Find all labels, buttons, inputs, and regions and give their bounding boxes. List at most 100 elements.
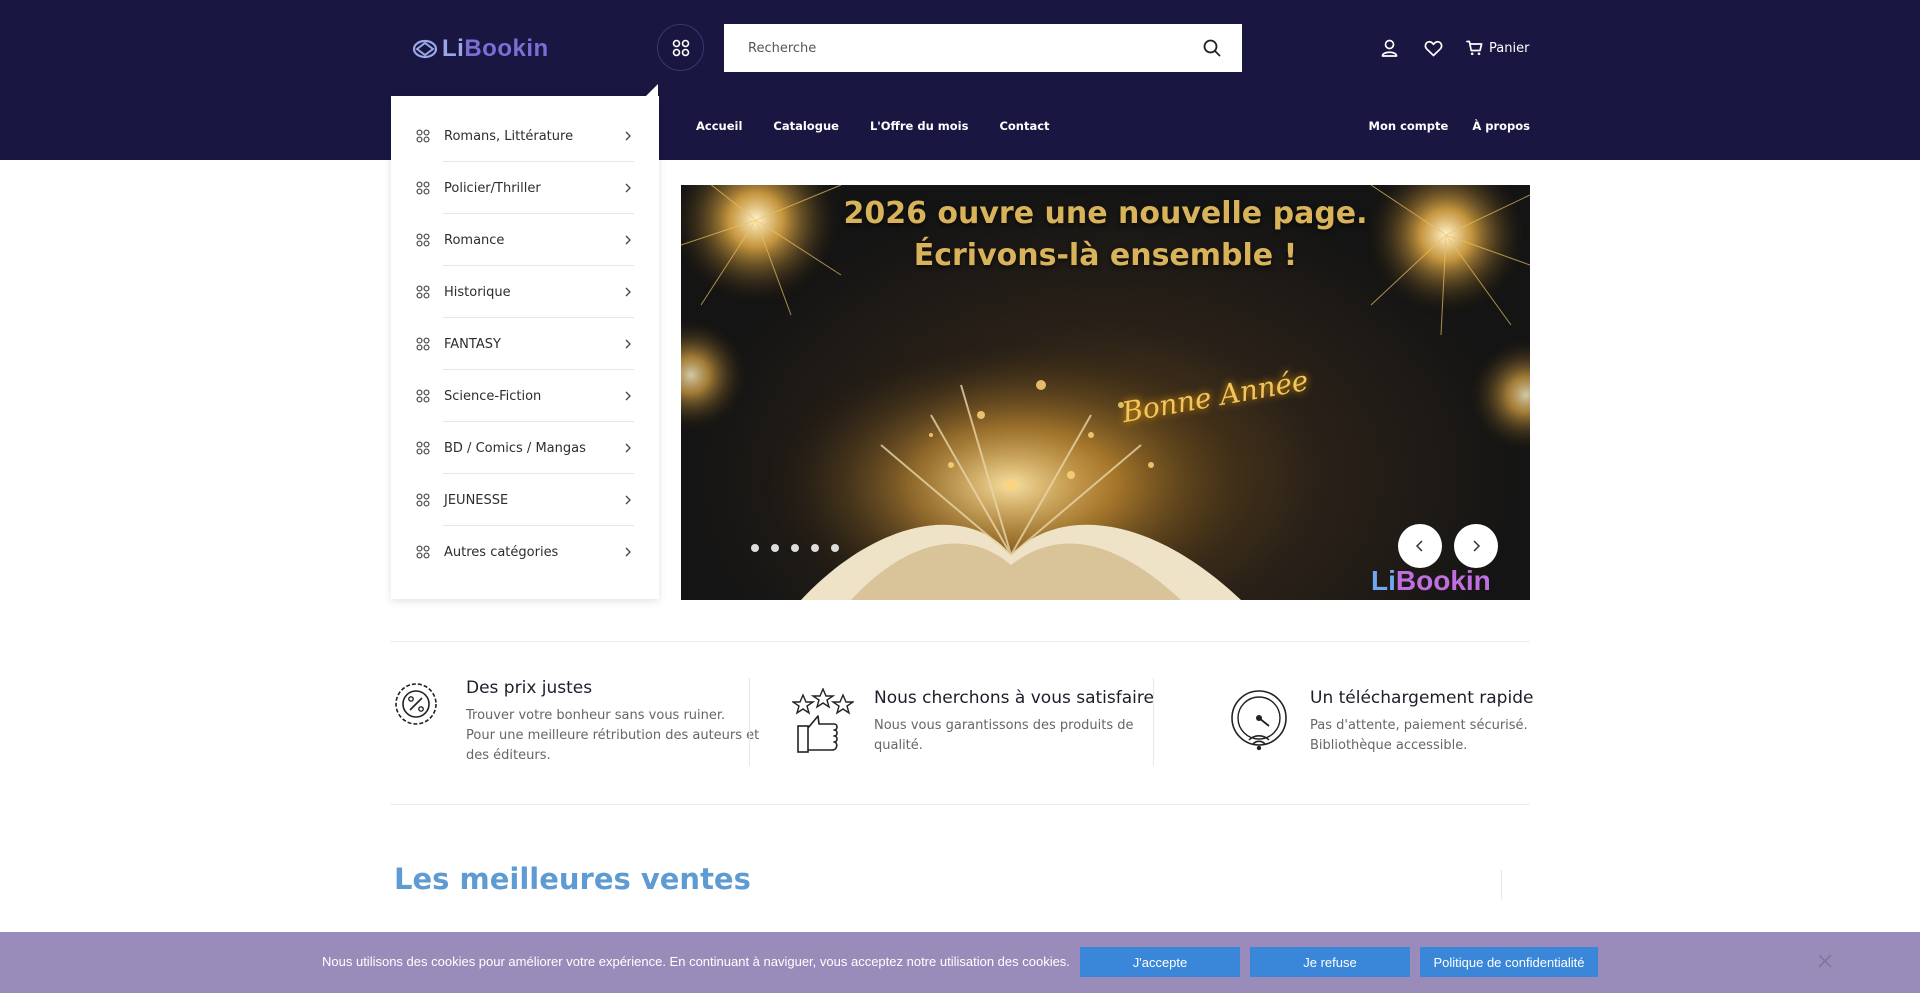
category-item[interactable]: Science-Fiction [391, 370, 659, 422]
cart-button[interactable]: Panier [1466, 40, 1529, 56]
chevron-right-icon [625, 443, 631, 453]
best-sellers-title: Les meilleures ventes [394, 862, 751, 896]
logo-mark-icon [412, 39, 438, 59]
feature-desc-line: Pas d'attente, paiement sécurisé. [1310, 718, 1528, 733]
logo-text-bookin: Bookin [464, 35, 549, 62]
category-item[interactable]: FANTASY [391, 318, 659, 370]
search-bar [724, 24, 1242, 72]
category-label: Autres catégories [444, 544, 559, 560]
search-input[interactable] [724, 24, 1182, 72]
grid-icon [416, 545, 430, 559]
slider-dot-5[interactable] [831, 544, 839, 552]
category-label: Policier/Thriller [444, 180, 541, 196]
slider-prev-button[interactable] [1398, 524, 1442, 568]
nav-link-mon-compte[interactable]: Mon compte [1369, 119, 1449, 133]
chevron-right-icon [625, 339, 631, 349]
feature-divider [749, 678, 750, 766]
cookie-policy-button[interactable]: Politique de confidentialité [1420, 947, 1598, 977]
close-icon[interactable] [1816, 952, 1834, 970]
feature-desc: Nous vous garantissons des produits de q… [874, 716, 1154, 756]
feature-fair-prices: Des prix justes Trouver votre bonheur sa… [392, 678, 759, 766]
categories-list: Romans, Littérature Policier/Thriller Roma… [391, 96, 659, 578]
main-nav: Accueil Catalogue L'Offre du mois Contac… [696, 119, 1050, 133]
category-item[interactable]: BD / Comics / Mangas [391, 422, 659, 474]
account-button[interactable] [1378, 37, 1400, 59]
grid-icon [416, 181, 430, 195]
search-button[interactable] [1182, 24, 1242, 72]
site-header: LiBookin Recherche Panier Accueil Catalo… [0, 0, 1920, 160]
feature-desc-line: Nous vous garantissons des produits de [874, 718, 1134, 733]
category-item[interactable]: Historique [391, 266, 659, 318]
chevron-right-icon [625, 495, 631, 505]
slider-dots [751, 544, 839, 552]
cookie-accept-button[interactable]: J'accepte [1080, 947, 1240, 977]
grid-icon [416, 493, 430, 507]
speed-download-icon [1231, 690, 1287, 751]
category-label: Science-Fiction [444, 388, 542, 404]
category-label: Historique [444, 284, 511, 300]
category-item[interactable]: Romance [391, 214, 659, 266]
grid-icon [672, 39, 689, 56]
feature-satisfaction: Nous cherchons à vous satisfaire Nous vo… [792, 688, 1154, 756]
category-item[interactable]: Policier/Thriller [391, 162, 659, 214]
hero-slider: 2026 ouvre une nouvelle page. Écrivons-l… [681, 185, 1530, 600]
nav-link-offre-du-mois[interactable]: L'Offre du mois [870, 119, 969, 133]
feature-title: Des prix justes [466, 678, 593, 698]
category-label: Romance [444, 232, 505, 248]
banner-logo-li: Li [1371, 565, 1396, 596]
grid-icon [416, 337, 430, 351]
discount-badge-icon [395, 683, 437, 725]
categories-dropdown: Romans, Littérature Policier/Thriller Roma… [391, 96, 659, 599]
slider-dot-4[interactable] [811, 544, 819, 552]
banner-logo-bookin: Bookin [1395, 565, 1491, 596]
grid-icon [416, 129, 430, 143]
cookie-banner: Nous utilisons des cookies pour améliore… [0, 932, 1920, 993]
category-item[interactable]: JEUNESSE [391, 474, 659, 526]
category-label: BD / Comics / Mangas [444, 440, 586, 456]
slider-next-button[interactable] [1454, 524, 1498, 568]
grid-icon [416, 441, 430, 455]
slider-dot-2[interactable] [771, 544, 779, 552]
feature-fast-download: Un téléchargement rapide Pas d'attente, … [1230, 688, 1533, 756]
category-label: FANTASY [444, 336, 501, 352]
feature-title: Nous cherchons à vous satisfaire [874, 688, 1154, 708]
category-label: JEUNESSE [444, 492, 509, 508]
banner-logo: LiBookin [1371, 565, 1491, 597]
divider [390, 804, 1530, 805]
user-icon [1381, 39, 1397, 57]
site-logo[interactable]: LiBookin [412, 34, 549, 64]
category-item[interactable]: Autres catégories [391, 526, 659, 578]
feature-desc: Pas d'attente, paiement sécurisé. Biblio… [1310, 716, 1533, 756]
nav-link-accueil[interactable]: Accueil [696, 119, 742, 133]
slider-dot-3[interactable] [791, 544, 799, 552]
chevron-right-icon [625, 287, 631, 297]
chevron-left-icon [1415, 540, 1423, 552]
category-item[interactable]: Romans, Littérature [391, 110, 659, 162]
category-label: Romans, Littérature [444, 128, 574, 144]
categories-toggle-button[interactable] [657, 24, 704, 71]
cookie-text: Nous utilisons des cookies pour améliore… [322, 954, 1070, 969]
feature-desc-line: qualité. [874, 738, 923, 753]
feature-desc-line: des éditeurs. [466, 748, 551, 763]
feature-desc-line: Pour une meilleure rétribution des auteu… [466, 728, 760, 743]
banner-headline-line1: 2026 ouvre une nouvelle page. [843, 196, 1368, 231]
banner-headline-line2: Écrivons-là ensemble ! [913, 238, 1298, 273]
chevron-right-icon [625, 547, 631, 557]
wishlist-button[interactable] [1422, 37, 1444, 59]
dropdown-caret [646, 84, 658, 96]
chevron-right-icon [625, 391, 631, 401]
nav-link-catalogue[interactable]: Catalogue [773, 119, 839, 133]
logo-text: LiBookin [442, 35, 549, 63]
divider [390, 641, 1530, 642]
cart-label: Panier [1489, 40, 1530, 56]
feature-desc-line: Bibliothèque accessible. [1310, 738, 1468, 753]
chevron-right-icon [625, 131, 631, 141]
slider-dot-1[interactable] [751, 544, 759, 552]
feature-title: Un téléchargement rapide [1310, 688, 1534, 708]
cart-icon [1466, 40, 1483, 56]
nav-link-contact[interactable]: Contact [999, 119, 1049, 133]
cookie-refuse-button[interactable]: Je refuse [1250, 947, 1410, 977]
nav-link-a-propos[interactable]: À propos [1472, 119, 1530, 133]
grid-icon [416, 389, 430, 403]
chevron-right-icon [625, 183, 631, 193]
